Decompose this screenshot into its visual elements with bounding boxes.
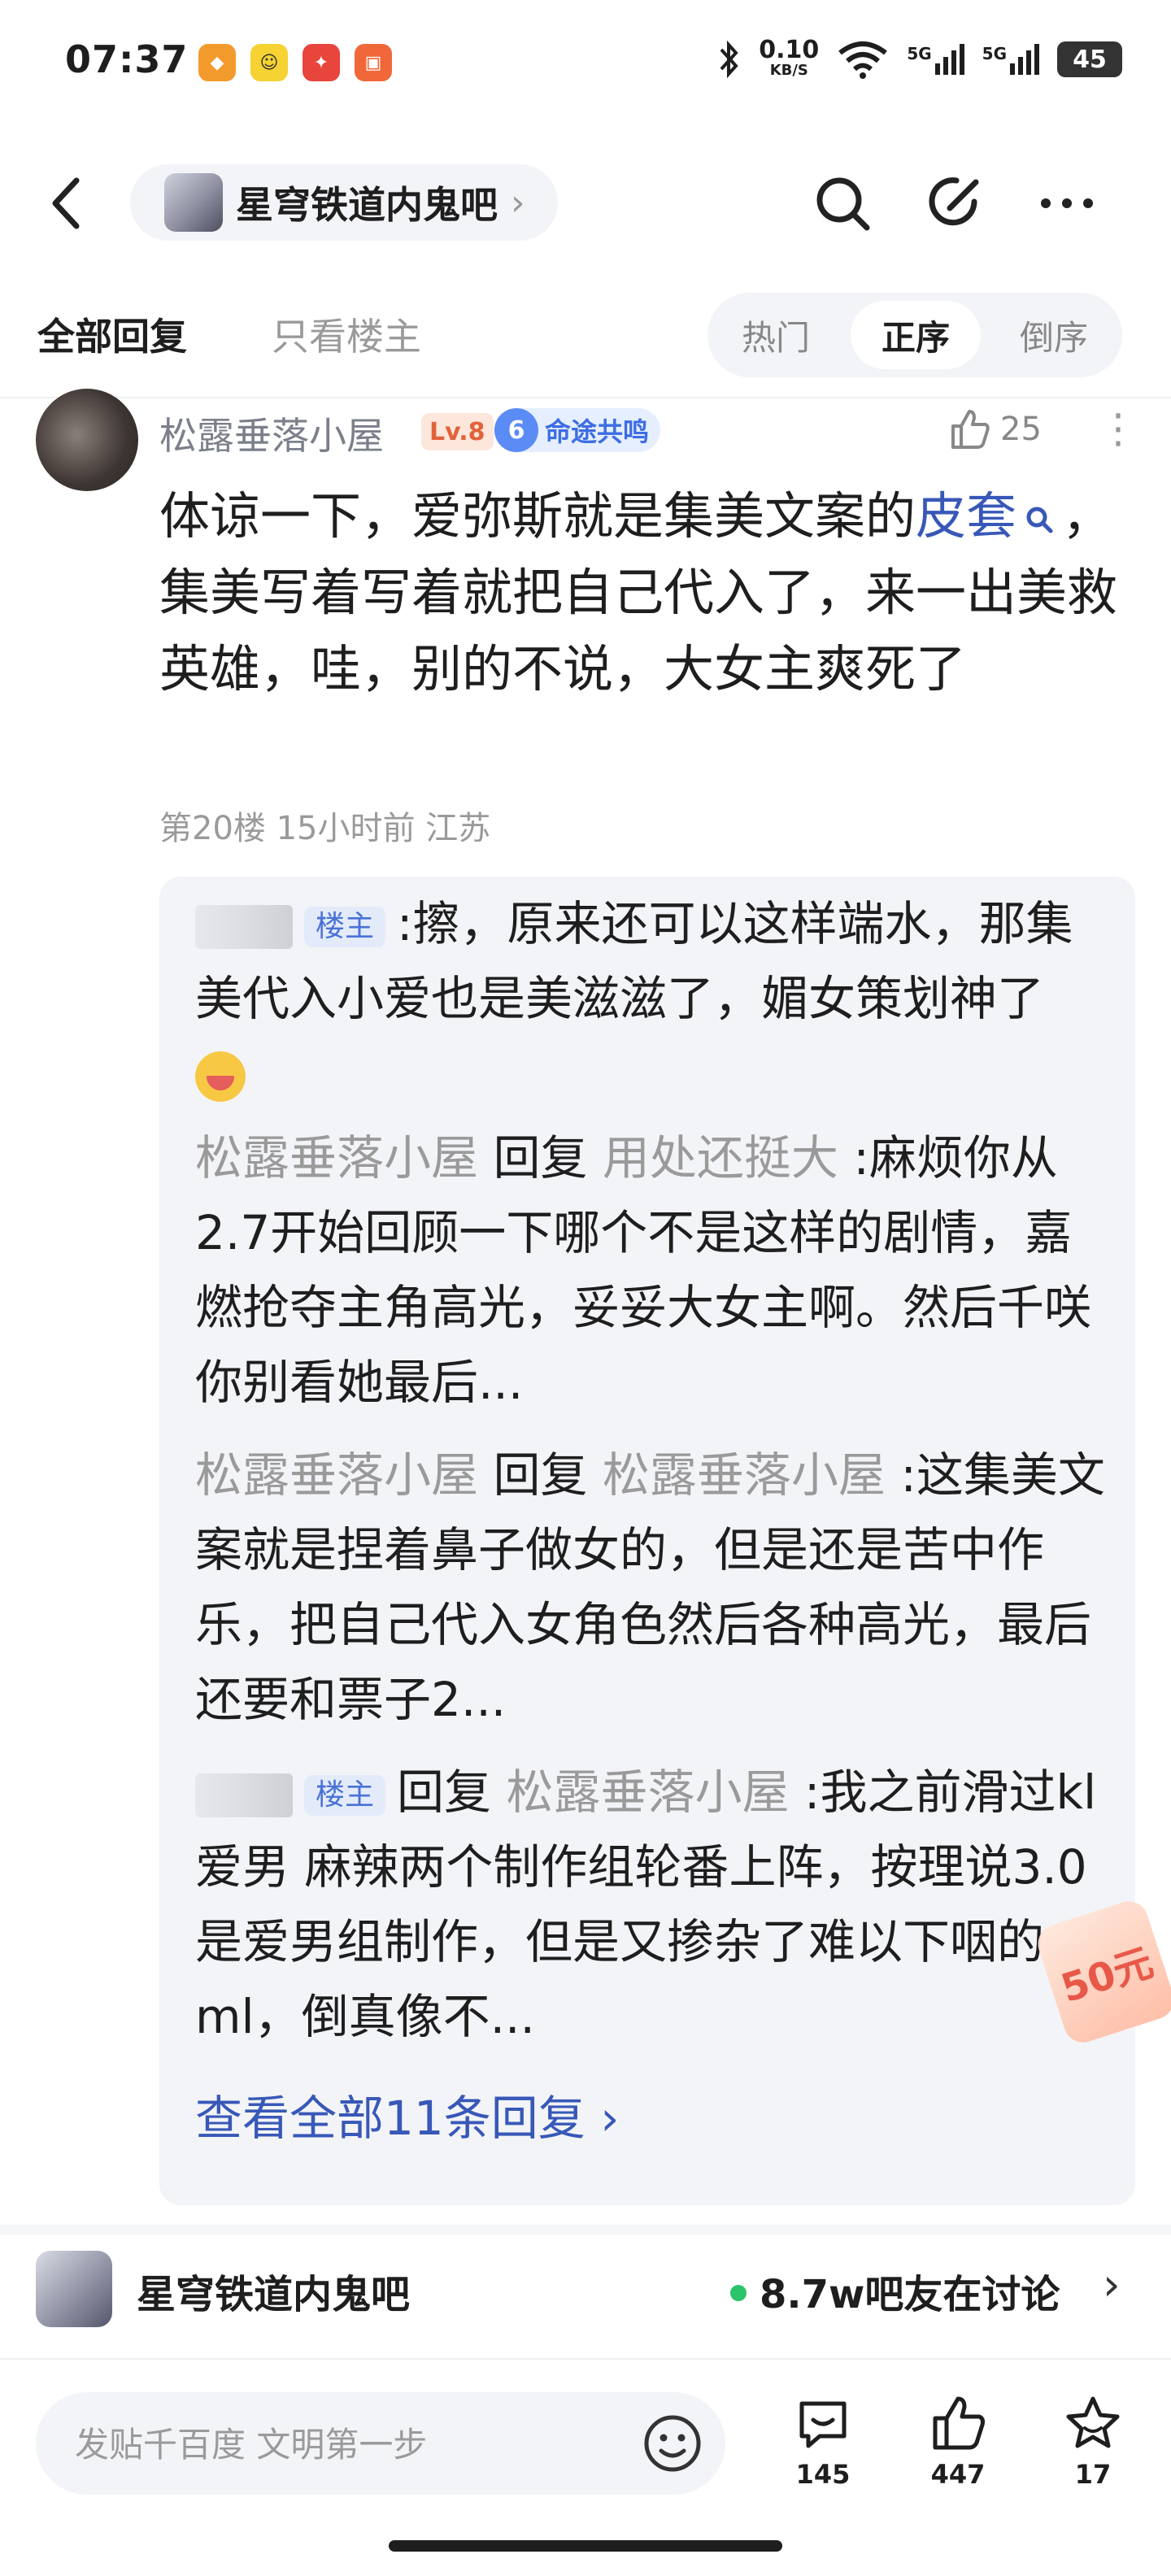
grin-emoji-icon bbox=[195, 1051, 246, 1102]
like-count: 447 bbox=[930, 2459, 986, 2490]
reply-tabs: 全部回复 只看楼主 热门 正序 倒序 bbox=[0, 293, 1171, 382]
reply-from[interactable]: 松露垂落小屋 bbox=[195, 1447, 478, 1503]
list-item[interactable]: 松露垂落小屋 回复 松露垂落小屋 :这集美文案就是捏着鼻子做女的，但是还是苦中作… bbox=[195, 1438, 1106, 1737]
sub-replies[interactable]: 楼主:擦，原来还可以这样端水，那集美代入小爱也是美滋滋了，媚女策划神了 松露垂落… bbox=[159, 877, 1135, 2205]
app-icon-orange: ◆ bbox=[198, 44, 236, 81]
reply-from[interactable]: 松露垂落小屋 bbox=[195, 1130, 478, 1186]
discussing-count: 8.7w吧友在讨论 bbox=[760, 2272, 1060, 2317]
favorite-count: 17 bbox=[1074, 2459, 1112, 2490]
share-button[interactable] bbox=[914, 163, 995, 244]
nav-bar: 星穹铁道内鬼吧 › bbox=[0, 154, 1171, 252]
status-right: 0.10 KB/S 5G 5G 45 bbox=[716, 36, 1122, 80]
divider bbox=[0, 2225, 1171, 2234]
more-icon bbox=[1041, 198, 1093, 208]
redacted-username bbox=[195, 1773, 293, 1817]
post-like-button[interactable]: 25 bbox=[947, 407, 1042, 452]
redacted-username bbox=[195, 904, 293, 949]
list-item[interactable]: 楼主:擦，原来还可以这样端水，那集美代入小爱也是美滋滋了，媚女策划神了 bbox=[195, 886, 1106, 1111]
level-badge: Lv.8 bbox=[421, 413, 494, 450]
reply-to[interactable]: 用处还挺大 bbox=[603, 1130, 838, 1186]
reply-input[interactable] bbox=[73, 2392, 646, 2496]
reply-to[interactable]: 松露垂落小屋 bbox=[603, 1447, 886, 1503]
search-icon bbox=[816, 177, 870, 231]
view-all-replies-link[interactable]: 查看全部11条回复 › bbox=[195, 2080, 619, 2148]
forum-pill[interactable]: 星穹铁道内鬼吧 › bbox=[130, 164, 558, 241]
tab-only-op[interactable]: 只看楼主 bbox=[272, 307, 421, 361]
sort-hot[interactable]: 热门 bbox=[711, 301, 841, 369]
reply-to[interactable]: 松露垂落小屋 bbox=[506, 1764, 789, 1820]
chevron-right-icon: › bbox=[1103, 2259, 1121, 2310]
search-button[interactable] bbox=[802, 163, 883, 244]
comment-button[interactable]: 145 bbox=[774, 2392, 872, 2490]
like-button[interactable]: 447 bbox=[909, 2392, 1007, 2490]
banner-forum-name: 星穹铁道内鬼吧 bbox=[137, 2272, 411, 2317]
app-icon-yellow: ☺ bbox=[250, 44, 288, 81]
share-icon bbox=[929, 177, 979, 226]
reply-input-container bbox=[36, 2392, 725, 2496]
home-indicator[interactable] bbox=[389, 2540, 782, 2552]
forum-name: 星穹铁道内鬼吧 bbox=[236, 183, 498, 227]
tab-all-replies[interactable]: 全部回复 bbox=[37, 307, 187, 361]
post-search-link[interactable]: 皮套 bbox=[916, 486, 1016, 546]
status-bar: 07:37 ◆ ☺ ✦ ▣ 0.10 KB/S 5G 5G 45 bbox=[0, 0, 1171, 130]
owner-tag: 楼主 bbox=[304, 1774, 386, 1816]
back-icon bbox=[52, 177, 80, 229]
back-button[interactable] bbox=[46, 171, 94, 236]
sort-ascending[interactable]: 正序 bbox=[851, 301, 981, 369]
sort-segmented-control: 热门 正序 倒序 bbox=[707, 293, 1122, 377]
wifi-icon bbox=[838, 41, 888, 79]
star-icon bbox=[1066, 2396, 1120, 2448]
divider bbox=[0, 397, 1171, 398]
forum-avatar bbox=[164, 173, 223, 232]
net-speed: 0.10 KB/S bbox=[759, 36, 820, 80]
medal-badge: 6 命途共鸣 bbox=[494, 408, 661, 452]
medal-number: 6 bbox=[494, 408, 538, 452]
app-icon-red: ✦ bbox=[303, 44, 340, 81]
signal-5g-1: 5G bbox=[907, 44, 964, 75]
forum-banner[interactable]: 星穹铁道内鬼吧 8.7w吧友在讨论 › bbox=[0, 2234, 1171, 2361]
chevron-right-icon: › bbox=[511, 181, 525, 224]
thumbs-up-icon bbox=[933, 2396, 985, 2450]
medal-label: 命途共鸣 bbox=[545, 416, 650, 447]
post-more-icon[interactable]: ⋮ bbox=[1098, 407, 1138, 450]
post-author[interactable]: 松露垂落小屋 bbox=[159, 407, 384, 460]
app-icon-orange2: ▣ bbox=[355, 44, 392, 81]
comment-count: 145 bbox=[795, 2459, 851, 2490]
divider bbox=[0, 2358, 1171, 2360]
post-like-count: 25 bbox=[1000, 411, 1042, 448]
list-item[interactable]: 松露垂落小屋 回复 用处还挺大 :麻烦你从2.7开始回顾一下哪个不是这样的剧情，… bbox=[195, 1120, 1106, 1420]
status-time: 07:37 bbox=[65, 37, 189, 81]
comment-icon bbox=[799, 2401, 847, 2448]
emoji-icon[interactable] bbox=[638, 2408, 707, 2478]
forum-avatar bbox=[36, 2251, 112, 2327]
list-item[interactable]: 楼主 回复 松露垂落小屋 :我之前滑过kl爱男 麻辣两个制作组轮番上阵，按理说3.… bbox=[195, 1755, 1106, 2054]
avatar[interactable] bbox=[36, 389, 138, 491]
sort-descending[interactable]: 倒序 bbox=[989, 301, 1119, 369]
thumbs-up-icon bbox=[951, 410, 990, 449]
favorite-button[interactable]: 17 bbox=[1044, 2392, 1142, 2490]
online-dot-icon bbox=[730, 2285, 747, 2301]
more-button[interactable] bbox=[1026, 163, 1108, 244]
signal-5g-2: 5G bbox=[982, 44, 1039, 75]
post-meta: 第20楼 15小时前 江苏 bbox=[159, 810, 491, 847]
battery-indicator: 45 bbox=[1057, 41, 1122, 77]
post-body: 体谅一下，爱弥斯就是集美文案的皮套 ，集美写着写着就把自己代入了，来一出美救英雄，… bbox=[159, 486, 1118, 698]
search-icon bbox=[1026, 507, 1053, 533]
bluetooth-icon bbox=[720, 40, 738, 79]
owner-tag: 楼主 bbox=[304, 906, 386, 947]
